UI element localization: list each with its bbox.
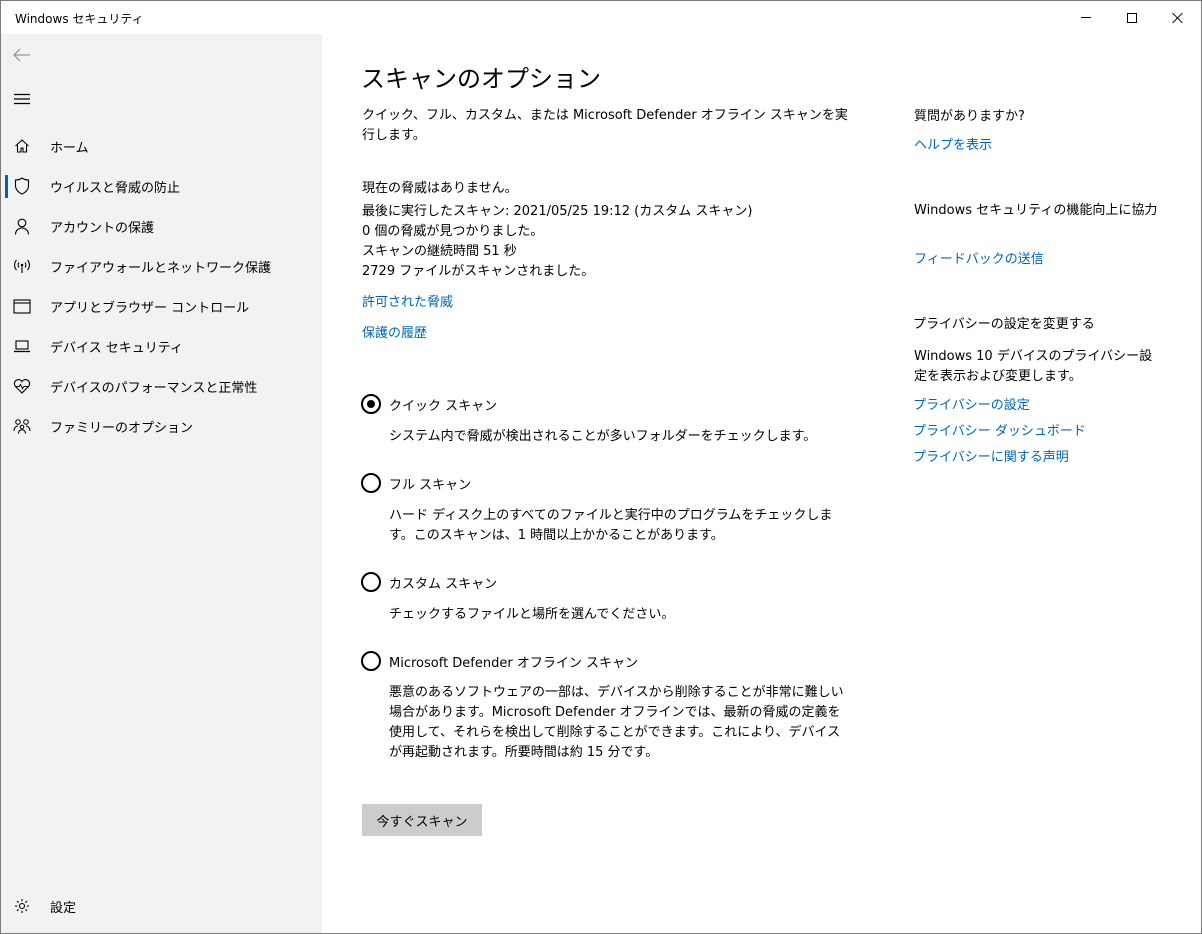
sidebar: ホーム ウイルスと脅威の防止 アカウントの保護 ファイアウォールとネットワーク保… (1, 34, 322, 933)
person-icon (13, 217, 31, 235)
privacy-settings-link[interactable]: プライバシーの設定 (913, 394, 1030, 413)
status-last-scan: 最後に実行したスキャン: 2021/05/25 19:12 (カスタム スキャン… (362, 204, 753, 219)
custom-scan-label: カスタム スキャン (389, 576, 498, 592)
sidebar-item-label: デバイス セキュリティ (50, 341, 183, 356)
back-arrow-icon (13, 48, 30, 62)
wireless-icon (13, 257, 31, 275)
sidebar-item-settings[interactable]: 設定 (1, 886, 322, 926)
quick-scan-description: システム内で脅威が検出されることが多いフォルダーをチェックします。 (389, 429, 817, 444)
sidebar-item-label: アプリとブラウザー コントロール (50, 301, 250, 316)
minimize-icon (1081, 17, 1091, 18)
menu-button[interactable] (9, 86, 35, 112)
quick-scan-option[interactable]: クイック スキャン (361, 393, 497, 415)
close-icon (1172, 12, 1184, 24)
family-icon (13, 417, 31, 435)
help-link[interactable]: ヘルプを表示 (914, 134, 992, 153)
sidebar-item-label: デバイスのパフォーマンスと正常性 (50, 381, 258, 396)
custom-scan-option[interactable]: カスタム スキャン (361, 571, 497, 593)
status-no-threats: 現在の脅威はありません。 (362, 181, 518, 196)
custom-scan-radio[interactable] (361, 572, 381, 592)
scan-now-button[interactable]: 今すぐスキャン (362, 804, 482, 836)
sidebar-item-label: ウイルスと脅威の防止 (50, 181, 181, 196)
allowed-threats-link[interactable]: 許可された脅威 (362, 291, 453, 310)
offline-scan-radio[interactable] (361, 651, 381, 671)
feedback-heading: Windows セキュリティの機能向上に協力 (914, 203, 1158, 218)
sidebar-item-virus-protection[interactable]: ウイルスと脅威の防止 (1, 166, 322, 206)
sidebar-item-label: 設定 (50, 901, 77, 916)
minimize-button[interactable] (1063, 1, 1109, 34)
full-scan-label: フル スキャン (389, 477, 472, 493)
privacy-dashboard-link[interactable]: プライバシー ダッシュボード (913, 420, 1086, 439)
app-window: Windows セキュリティ ホーム ウイルスと脅威の防止 アカウントの保護 フ… (0, 0, 1202, 934)
page-title: スキャンのオプション (361, 65, 601, 93)
sidebar-item-device-security[interactable]: デバイス セキュリティ (1, 326, 322, 366)
privacy-heading: プライバシーの設定を変更する (913, 317, 1095, 332)
gear-icon (13, 897, 31, 915)
quick-scan-label: クイック スキャン (389, 398, 498, 414)
app-window-icon (13, 297, 31, 315)
sidebar-item-device-performance[interactable]: デバイスのパフォーマンスと正常性 (1, 366, 322, 406)
heart-pulse-icon (13, 377, 31, 395)
custom-scan-description: チェックするファイルと場所を選んでください。 (389, 607, 675, 622)
full-scan-radio[interactable] (361, 473, 381, 493)
sidebar-item-family-options[interactable]: ファミリーのオプション (1, 406, 322, 446)
sidebar-item-label: ホーム (50, 141, 89, 156)
help-heading: 質問がありますか? (914, 109, 1025, 124)
full-scan-description: ハード ディスク上のすべてのファイルと実行中のプログラムをチェックします。このス… (389, 508, 833, 543)
offline-scan-label: Microsoft Defender オフライン スキャン (389, 655, 638, 671)
sidebar-item-label: ファイアウォールとネットワーク保護 (50, 261, 272, 276)
shield-icon (13, 177, 31, 195)
sidebar-item-firewall[interactable]: ファイアウォールとネットワーク保護 (1, 246, 322, 286)
window-title: Windows セキュリティ (15, 12, 144, 26)
page-description: クイック、フル、カスタム、または Microsoft Defender オフライ… (362, 108, 848, 143)
offline-scan-description: 悪意のあるソフトウェアの一部は、デバイスから削除することが非常に難しい場合があり… (389, 685, 844, 760)
privacy-description: Windows 10 デバイスのプライバシー設定を表示および変更します。 (914, 349, 1153, 384)
quick-scan-radio[interactable] (361, 394, 381, 414)
sidebar-item-account-protection[interactable]: アカウントの保護 (1, 206, 322, 246)
home-icon (13, 137, 31, 155)
feedback-link[interactable]: フィードバックの送信 (914, 248, 1044, 267)
status-files-scanned: 2729 ファイルがスキャンされました。 (362, 264, 595, 279)
sidebar-item-label: アカウントの保護 (50, 221, 155, 236)
privacy-statement-link[interactable]: プライバシーに関する声明 (913, 446, 1069, 465)
main-content: スキャンのオプション クイック、フル、カスタム、または Microsoft De… (322, 34, 1201, 933)
sidebar-item-home[interactable]: ホーム (1, 126, 322, 166)
sidebar-item-app-browser[interactable]: アプリとブラウザー コントロール (1, 286, 322, 326)
hamburger-icon (14, 93, 30, 105)
title-bar: Windows セキュリティ (1, 1, 1201, 34)
laptop-icon (13, 337, 31, 355)
maximize-icon (1127, 12, 1137, 23)
status-threats-found: 0 個の脅威が見つかりました。 (362, 224, 544, 239)
back-button[interactable] (9, 42, 35, 68)
full-scan-option[interactable]: フル スキャン (361, 472, 471, 494)
close-button[interactable] (1155, 1, 1201, 34)
maximize-button[interactable] (1109, 1, 1155, 34)
protection-history-link[interactable]: 保護の履歴 (362, 322, 427, 341)
offline-scan-option[interactable]: Microsoft Defender オフライン スキャン (361, 650, 638, 672)
sidebar-item-label: ファミリーのオプション (50, 421, 194, 436)
status-duration: スキャンの継続時間 51 秒 (362, 244, 517, 259)
